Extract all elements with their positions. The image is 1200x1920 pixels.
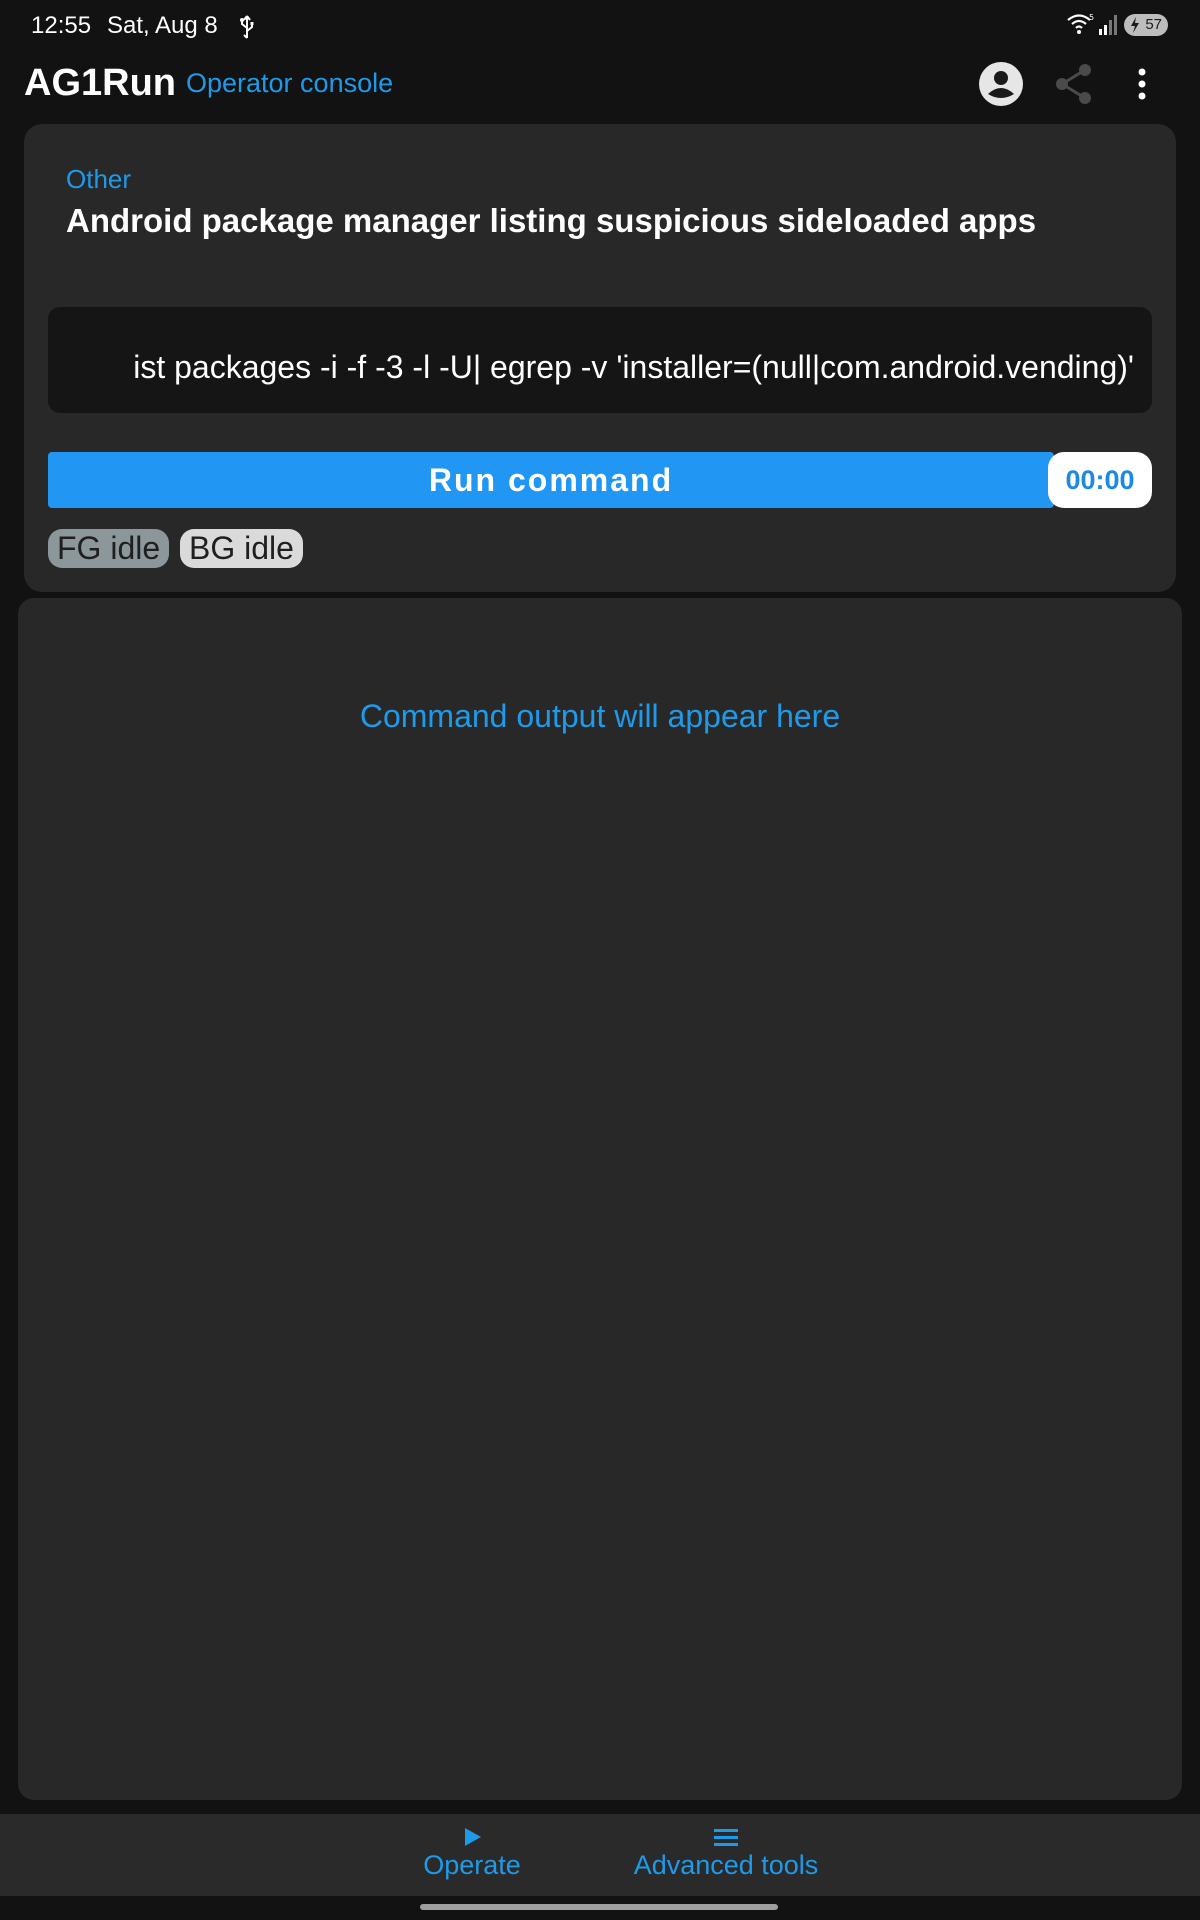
usb-icon xyxy=(240,15,254,39)
app-bar: AG1Run Operator console xyxy=(0,54,1200,118)
command-input[interactable]: ist packages -i -f -3 -l -U| egrep -v 'i… xyxy=(48,307,1152,413)
signal-icon xyxy=(1099,15,1117,35)
account-icon[interactable] xyxy=(975,58,1027,110)
status-bar: 12:55 Sat, Aug 8 5 57 xyxy=(0,0,1200,54)
fg-status-chip: FG idle xyxy=(48,529,170,568)
nav-advanced-label: Advanced tools xyxy=(633,1850,819,1880)
output-placeholder: Command output will appear here xyxy=(359,698,841,734)
app-subtitle: Operator console xyxy=(186,68,394,98)
run-command-button[interactable]: Run command xyxy=(48,452,1054,508)
bottom-navigation: Operate Advanced tools xyxy=(0,1814,1200,1896)
nav-operate[interactable]: Operate xyxy=(402,1826,542,1881)
status-time: 12:55 xyxy=(31,12,92,39)
screen: 12:55 Sat, Aug 8 5 57 AG1Run Operator co… xyxy=(0,0,1200,1920)
share-icon[interactable] xyxy=(1048,58,1100,110)
charging-bolt-icon xyxy=(1131,17,1139,33)
bg-status-chip: BG idle xyxy=(180,529,303,568)
command-category: Other xyxy=(66,164,132,194)
timer-badge: 00:00 xyxy=(1048,452,1152,508)
command-input-text[interactable]: ist packages -i -f -3 -l -U| egrep -v 'i… xyxy=(133,349,1134,386)
command-card: Other Android package manager listing su… xyxy=(24,124,1176,592)
status-date: Sat, Aug 8 xyxy=(107,12,218,39)
battery-icon: 57 xyxy=(1124,14,1168,36)
play-icon xyxy=(465,1828,481,1846)
wifi-icon: 5 xyxy=(1067,13,1094,34)
command-title: Android package manager listing suspicio… xyxy=(66,202,1037,239)
svg-text:5: 5 xyxy=(1089,13,1094,22)
nav-advanced-tools[interactable]: Advanced tools xyxy=(614,1826,838,1881)
app-title: AG1Run xyxy=(24,62,176,104)
nav-operate-label: Operate xyxy=(423,1850,521,1880)
menu-icon xyxy=(714,1829,738,1846)
more-vert-icon[interactable] xyxy=(1116,58,1168,110)
output-panel[interactable]: Command output will appear here xyxy=(18,598,1182,1800)
battery-level: 57 xyxy=(1145,16,1162,33)
gesture-handle[interactable] xyxy=(420,1904,778,1910)
